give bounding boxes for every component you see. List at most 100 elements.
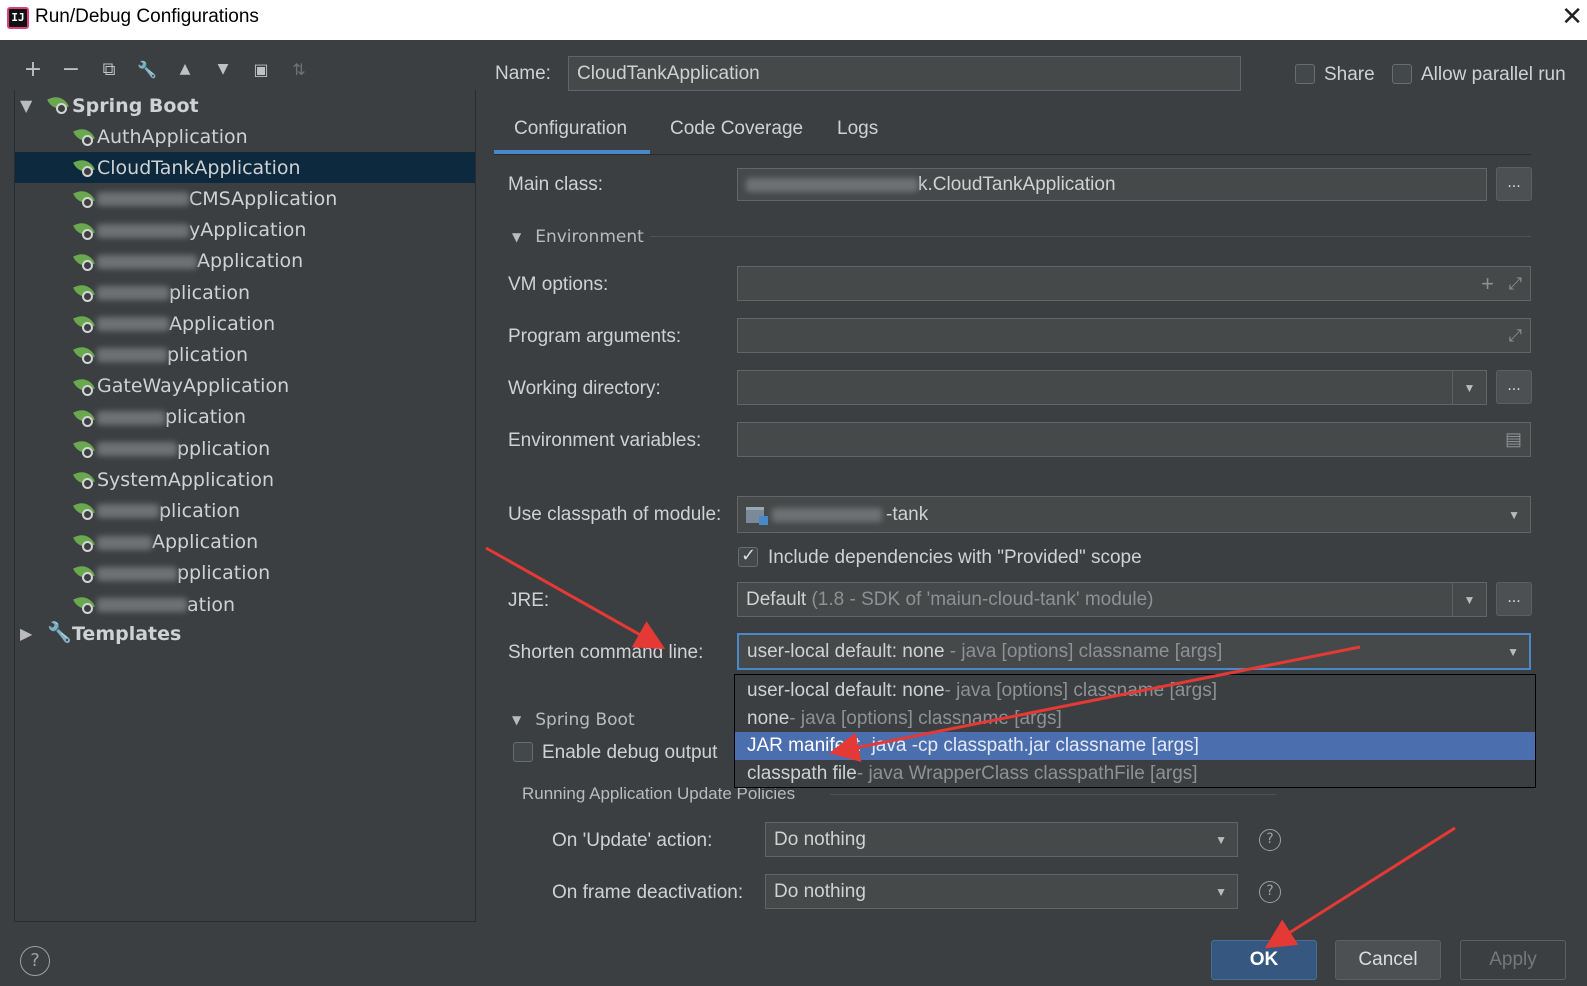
classpath-module-select[interactable]: -tank ▼ — [737, 496, 1531, 533]
cancel-button[interactable]: Cancel — [1335, 940, 1441, 980]
tree-item[interactable]: plication — [15, 495, 475, 526]
tree-item-text: SystemApplication — [97, 468, 275, 491]
tree-item-label: pplication — [97, 438, 270, 460]
shorten-detail: - java [options] classname [args] — [949, 640, 1223, 662]
tree-item-label: GateWayApplication — [97, 375, 289, 397]
ok-button[interactable]: OK — [1211, 940, 1317, 980]
sort-icon[interactable]: ⇅ — [280, 54, 318, 84]
share-checkbox[interactable] — [1295, 64, 1315, 84]
option-main: none — [747, 708, 790, 729]
expand-arrow-icon[interactable]: ▼ — [20, 96, 32, 115]
tree-item-selected[interactable]: CloudTankApplication — [15, 152, 475, 184]
tree-item[interactable]: AuthApplication — [15, 121, 475, 152]
classpath-module-label: Use classpath of module: — [508, 504, 722, 525]
tree-item[interactable]: plication — [15, 402, 475, 433]
tree-item-label: AuthApplication — [97, 126, 248, 148]
tree-item[interactable]: CMSApplication — [15, 183, 475, 214]
tree-item[interactable]: ation — [15, 589, 475, 620]
chevron-down-icon[interactable]: ▼ — [1452, 371, 1486, 404]
wrench-icon[interactable]: 🔧 — [128, 54, 166, 84]
move-up-icon[interactable]: ▲ — [166, 54, 204, 84]
jre-detail: (1.8 - SDK of 'maiun-cloud-tank' module) — [811, 588, 1154, 610]
help-icon[interactable]: ? — [1259, 881, 1281, 903]
spring-boot-run-icon — [73, 530, 95, 554]
apply-button[interactable]: Apply — [1460, 940, 1566, 980]
copy-icon[interactable]: ⧉ — [90, 54, 128, 84]
dropdown-option[interactable]: classpath file - java WrapperClass class… — [735, 760, 1535, 788]
tree-item-text: Application — [197, 250, 304, 273]
option-detail: - java [options] classname [args] — [944, 680, 1217, 701]
tree-item[interactable]: pplication — [15, 433, 475, 464]
working-directory-field[interactable]: ▼ — [737, 370, 1487, 405]
redacted-text — [97, 254, 197, 269]
tab-logs[interactable]: Logs — [837, 118, 878, 140]
tree-item[interactable]: Application — [15, 246, 475, 277]
tab-configuration[interactable]: Configuration — [514, 118, 627, 140]
close-icon[interactable]: ✕ — [1561, 2, 1583, 32]
tree-item[interactable]: pplication — [15, 558, 475, 589]
add-icon[interactable]: + — [14, 54, 52, 84]
help-icon[interactable]: ? — [1259, 829, 1281, 851]
document-icon[interactable]: ▤ — [1505, 429, 1522, 450]
browse-main-class-button[interactable]: ... — [1496, 167, 1532, 201]
name-field[interactable]: CloudTankApplication — [568, 56, 1241, 91]
enable-debug-output-checkbox[interactable] — [513, 742, 533, 762]
option-main: JAR manifest — [747, 735, 860, 756]
tree-item[interactable]: Application — [15, 527, 475, 558]
tree-item-label: Application — [97, 250, 303, 272]
title-bar: IJ Run/Debug Configurations ✕ — [0, 0, 1587, 40]
environment-variables-field[interactable]: ▤ — [737, 422, 1531, 457]
dropdown-option[interactable]: user-local default: none - java [options… — [735, 677, 1535, 705]
shorten-value: user-local default: none — [747, 640, 945, 662]
chevron-down-icon: ▼ — [1508, 507, 1520, 522]
browse-working-directory-button[interactable]: ... — [1496, 370, 1532, 404]
tree-item-label: yApplication — [97, 219, 306, 241]
tree-item-text: GateWayApplication — [97, 375, 290, 398]
expand-icon[interactable]: ⤢ — [1508, 326, 1522, 346]
remove-icon[interactable]: − — [52, 54, 90, 84]
on-update-action-value: Do nothing — [774, 828, 866, 850]
vm-options-label: VM options: — [508, 274, 609, 295]
spring-boot-run-icon — [73, 374, 95, 398]
tree-item-label: SystemApplication — [97, 469, 274, 491]
environment-label: Environment — [535, 227, 644, 247]
spring-boot-run-icon — [73, 593, 95, 616]
tree-item-text: Application — [152, 531, 259, 554]
tree-item[interactable]: plication — [15, 339, 475, 370]
expand-icon[interactable]: ⤢ — [1508, 274, 1522, 294]
program-arguments-field[interactable]: ⤢ — [737, 318, 1531, 353]
browse-jre-button[interactable]: ... — [1496, 582, 1532, 616]
tree-node-spring-boot[interactable]: ▼ Spring Boot — [15, 90, 475, 121]
tree-item[interactable]: GateWayApplication — [15, 371, 475, 402]
dropdown-option[interactable]: none - java [options] classname [args] — [735, 705, 1535, 733]
dropdown-option-selected[interactable]: JAR manifest - java -cp classpath.jar cl… — [735, 732, 1535, 760]
redacted-text — [97, 286, 169, 300]
tree-item[interactable]: SystemApplication — [15, 464, 475, 495]
tree-item[interactable]: yApplication — [15, 215, 475, 246]
folder-icon[interactable]: ▣ — [242, 54, 280, 84]
on-frame-deactivation-select[interactable]: Do nothing ▼ — [765, 874, 1238, 909]
tab-code-coverage[interactable]: Code Coverage — [670, 118, 803, 140]
allow-parallel-run-checkbox[interactable] — [1392, 64, 1412, 84]
active-tab-indicator — [494, 150, 650, 154]
tree-item-text: plication — [159, 499, 241, 522]
spring-boot-section[interactable]: ▼ Spring Boot — [512, 710, 635, 730]
on-update-action-select[interactable]: Do nothing ▼ — [765, 822, 1238, 857]
move-down-icon[interactable]: ▼ — [204, 54, 242, 84]
include-dependencies-checkbox[interactable] — [738, 545, 758, 567]
plus-icon[interactable]: + — [1481, 271, 1494, 297]
vm-options-field[interactable]: + ⤢ — [737, 266, 1531, 301]
expand-arrow-icon[interactable]: ▶ — [20, 624, 32, 643]
main-class-field[interactable]: k.CloudTankApplication — [737, 168, 1487, 201]
tree-item[interactable]: Application — [15, 308, 475, 339]
chevron-down-icon[interactable]: ▼ — [1452, 583, 1486, 616]
shorten-command-line-select[interactable]: user-local default: none - java [options… — [737, 633, 1531, 670]
annotation-arrow — [1264, 826, 1456, 949]
jre-label: JRE: — [508, 590, 550, 611]
environment-section[interactable]: ▼ Environment — [512, 227, 644, 247]
spring-boot-run-icon — [73, 187, 95, 210]
tree-node-templates[interactable]: ▶ 🔧 Templates — [15, 618, 475, 649]
tree-item[interactable]: plication — [15, 277, 475, 308]
help-icon[interactable]: ? — [20, 946, 50, 976]
jre-select[interactable]: Default (1.8 - SDK of 'maiun-cloud-tank'… — [737, 582, 1487, 617]
